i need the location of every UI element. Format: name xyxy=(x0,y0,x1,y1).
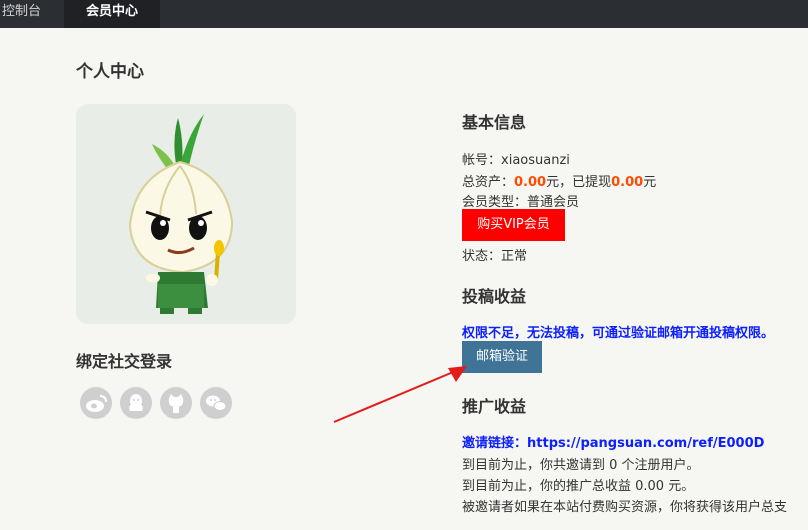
assets-unit: 元，已提现 xyxy=(546,175,612,190)
account-line: 帐号：xiaosuanzi xyxy=(462,149,570,168)
tab-member-center[interactable]: 会员中心 xyxy=(64,0,160,28)
buy-vip-button[interactable]: 购买VIP会员 xyxy=(462,209,565,241)
promo-rule-line: 被邀请者如果在本站付费购买资源，你将获得该用户总支 xyxy=(462,500,788,515)
member-type-line: 会员类型：普通会员 xyxy=(462,191,579,210)
annotation-arrow xyxy=(333,366,467,423)
garlic-mascot-image xyxy=(128,114,234,314)
invite-label: 邀请链接： xyxy=(462,436,528,451)
tab-console[interactable]: 控制台 xyxy=(0,0,62,28)
promo-earnings-line: 到目前为止，你的推广总收益 0.00 元。 xyxy=(462,479,695,494)
github-icon[interactable] xyxy=(160,387,192,419)
withdrawn-value: 0.00 xyxy=(611,175,644,190)
member-type-label: 会员类型： xyxy=(462,195,528,210)
invite-link[interactable]: 邀请链接：https://pangsuan.com/ref/E000D xyxy=(462,432,764,451)
invite-url[interactable]: https://pangsuan.com/ref/E000D xyxy=(527,436,764,451)
member-type-value: 普通会员 xyxy=(527,195,580,210)
status-line: 状态：正常 xyxy=(462,245,527,264)
contribution-warning: 权限不足，无法投稿，可通过验证邮箱开通投稿权限。 xyxy=(462,326,775,341)
wechat-icon[interactable] xyxy=(200,387,232,419)
weibo-icon[interactable] xyxy=(80,387,112,419)
social-login-title: 绑定社交登录 xyxy=(76,352,173,371)
contribution-title: 投稿收益 xyxy=(462,287,527,306)
status-label: 状态： xyxy=(462,249,502,264)
account-label: 帐号： xyxy=(462,153,502,168)
account-value: xiaosuanzi xyxy=(501,153,570,168)
assets-value: 0.00 xyxy=(514,175,547,190)
basic-info-title: 基本信息 xyxy=(462,113,527,132)
status-value: 正常 xyxy=(501,249,528,264)
page-title: 个人中心 xyxy=(76,62,144,82)
assets-line: 总资产：0.00元，已提现0.00元 xyxy=(462,171,656,190)
invite-count-line: 到目前为止，你共邀请到 0 个注册用户。 xyxy=(462,458,700,473)
qq-icon[interactable] xyxy=(120,387,152,419)
avatar xyxy=(76,104,296,324)
top-nav-bar: 控制台 会员中心 xyxy=(0,0,808,28)
withdrawn-unit: 元 xyxy=(643,175,657,190)
assets-label: 总资产： xyxy=(462,175,515,190)
promotion-title: 推广收益 xyxy=(462,397,527,416)
